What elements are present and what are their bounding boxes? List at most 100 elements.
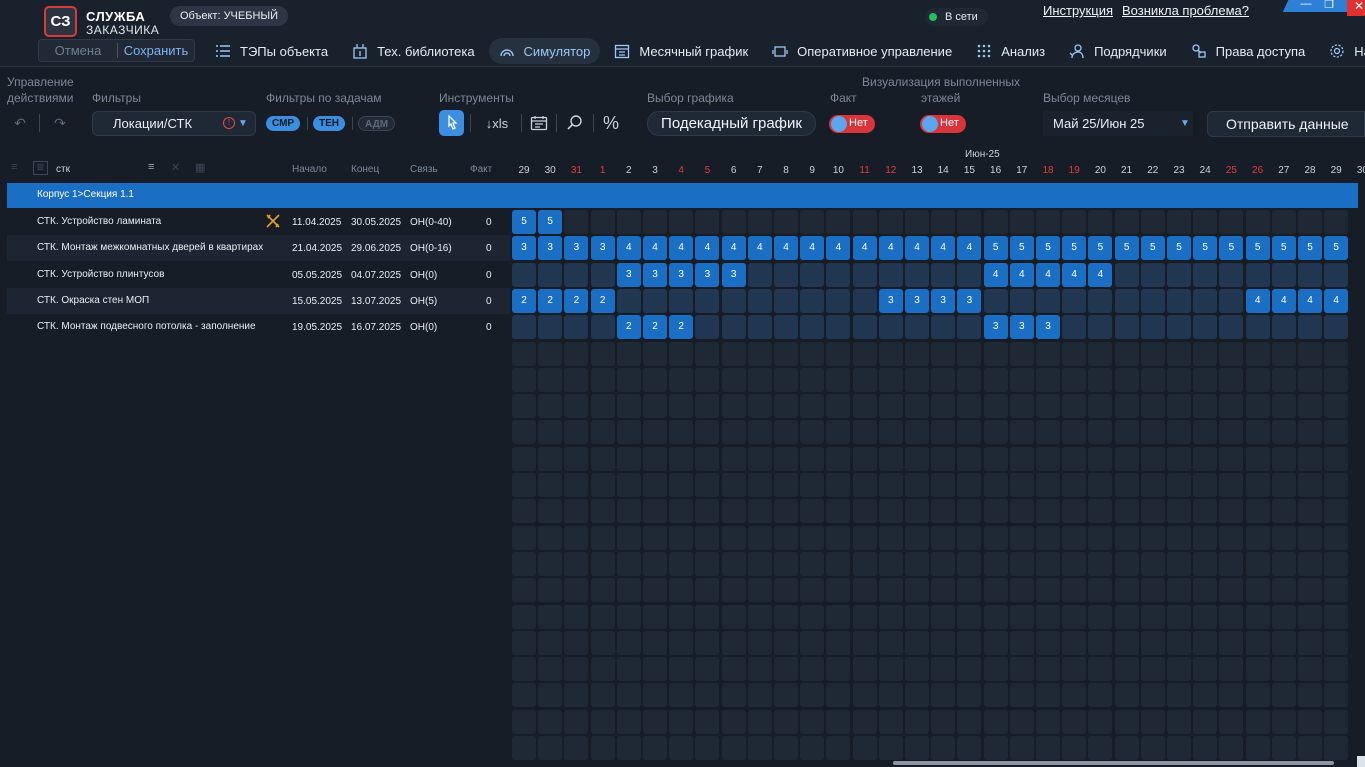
schedule-cell[interactable]: 3 — [590, 236, 615, 261]
schedule-cell[interactable] — [1271, 683, 1296, 708]
schedule-cell[interactable]: 5 — [1009, 236, 1034, 261]
schedule-cell[interactable] — [826, 288, 851, 313]
schedule-cell[interactable] — [1036, 367, 1060, 392]
schedule-cell[interactable] — [957, 473, 982, 497]
table-row[interactable]: СТК. Монтаж подвесного потолка - заполне… — [7, 314, 510, 340]
schedule-cell[interactable] — [1167, 420, 1191, 445]
schedule-cell[interactable]: 4 — [669, 236, 694, 261]
schedule-cell[interactable] — [800, 736, 825, 760]
schedule-cell[interactable] — [616, 341, 641, 366]
schedule-cell[interactable] — [512, 315, 536, 340]
schedule-cell[interactable] — [538, 367, 563, 392]
schedule-cell[interactable] — [905, 604, 929, 629]
schedule-cell[interactable] — [721, 420, 746, 445]
schedule-cell[interactable] — [1298, 525, 1322, 550]
schedule-cell[interactable] — [1167, 315, 1191, 340]
schedule-cell[interactable] — [1009, 499, 1034, 524]
schedule-cell[interactable] — [590, 578, 615, 603]
schedule-cell[interactable] — [983, 551, 1008, 576]
schedule-cell[interactable] — [1009, 341, 1034, 366]
schedule-cell[interactable]: 3 — [1009, 315, 1034, 340]
schedule-cell[interactable] — [616, 394, 641, 419]
schedule-cell[interactable] — [800, 262, 825, 287]
schedule-cell[interactable] — [905, 420, 929, 445]
schedule-cell[interactable] — [747, 446, 772, 471]
schedule-cell[interactable]: 3 — [512, 236, 536, 261]
schedule-cell[interactable] — [1036, 657, 1060, 682]
schedule-cell[interactable] — [1114, 210, 1139, 234]
schedule-cell[interactable] — [1114, 315, 1139, 340]
schedule-cell[interactable] — [957, 578, 982, 603]
schedule-cell[interactable] — [1114, 446, 1139, 471]
schedule-cell[interactable] — [774, 367, 798, 392]
schedule-cell[interactable] — [1167, 551, 1191, 576]
schedule-cell[interactable] — [669, 709, 694, 734]
schedule-cell[interactable] — [957, 709, 982, 734]
schedule-cell[interactable] — [1298, 341, 1322, 366]
schedule-cell[interactable] — [616, 499, 641, 524]
schedule-cell[interactable] — [826, 499, 851, 524]
schedule-cell[interactable] — [1036, 604, 1060, 629]
schedule-cell[interactable] — [1271, 709, 1296, 734]
schedule-cell[interactable] — [669, 499, 694, 524]
schedule-cell[interactable] — [1219, 736, 1244, 760]
schedule-cell[interactable] — [1036, 736, 1060, 760]
schedule-cell[interactable] — [774, 420, 798, 445]
schedule-cell[interactable] — [1193, 736, 1218, 760]
schedule-cell[interactable] — [852, 578, 877, 603]
schedule-cell[interactable] — [1324, 551, 1349, 576]
schedule-cell[interactable] — [564, 262, 589, 287]
schedule-cell[interactable]: 2 — [616, 315, 641, 340]
schedule-cell[interactable] — [1140, 473, 1165, 497]
schedule-cell[interactable]: 5 — [1140, 236, 1165, 261]
schedule-cell[interactable]: 4 — [826, 236, 851, 261]
schedule-cell[interactable] — [564, 578, 589, 603]
percent-tool-button[interactable]: % — [599, 110, 623, 136]
schedule-cell[interactable] — [1088, 578, 1113, 603]
schedule-cell[interactable]: 4 — [878, 236, 903, 261]
schedule-cell[interactable] — [564, 683, 589, 708]
schedule-cell[interactable] — [1009, 604, 1034, 629]
schedule-cell[interactable] — [669, 604, 694, 629]
schedule-cell[interactable] — [1036, 551, 1060, 576]
schedule-cell[interactable] — [695, 420, 720, 445]
schedule-cell[interactable] — [643, 473, 667, 497]
schedule-cell[interactable] — [852, 367, 877, 392]
schedule-cell[interactable] — [878, 499, 903, 524]
schedule-cell[interactable] — [669, 394, 694, 419]
schedule-cell[interactable] — [1088, 473, 1113, 497]
column-fact[interactable]: Факт — [470, 164, 492, 175]
schedule-cell[interactable] — [695, 315, 720, 340]
schedule-cell[interactable] — [1036, 446, 1060, 471]
schedule-cell[interactable] — [826, 262, 851, 287]
schedule-cell[interactable] — [1167, 210, 1191, 234]
schedule-cell[interactable] — [826, 473, 851, 497]
schedule-cell[interactable] — [721, 578, 746, 603]
schedule-cell[interactable] — [721, 394, 746, 419]
schedule-cell[interactable] — [1245, 341, 1270, 366]
schedule-cell[interactable] — [1271, 630, 1296, 655]
schedule-cell[interactable] — [512, 551, 536, 576]
schedule-cell[interactable]: 3 — [957, 288, 982, 313]
schedule-cell[interactable] — [1009, 657, 1034, 682]
nav-item-list[interactable]: ТЭПы объекта — [205, 38, 338, 64]
schedule-cell[interactable] — [538, 683, 563, 708]
schedule-cell[interactable] — [1219, 473, 1244, 497]
schedule-cell[interactable] — [905, 683, 929, 708]
schedule-cell[interactable] — [590, 630, 615, 655]
schedule-cell[interactable] — [800, 446, 825, 471]
object-badge[interactable]: Объект: УЧЕБНЫЙ — [170, 6, 289, 26]
schedule-cell[interactable] — [878, 341, 903, 366]
schedule-cell[interactable]: 5 — [1062, 236, 1087, 261]
schedule-cell[interactable] — [1219, 262, 1244, 287]
schedule-cell[interactable] — [1114, 657, 1139, 682]
schedule-cell[interactable] — [1140, 446, 1165, 471]
schedule-cell[interactable] — [1245, 604, 1270, 629]
pointer-tool-icon[interactable] — [439, 110, 464, 136]
schedule-cell[interactable] — [512, 578, 536, 603]
schedule-cell[interactable] — [878, 525, 903, 550]
schedule-cell[interactable]: 4 — [800, 236, 825, 261]
schedule-cell[interactable] — [1140, 630, 1165, 655]
schedule-cell[interactable] — [616, 367, 641, 392]
schedule-cell[interactable] — [826, 578, 851, 603]
